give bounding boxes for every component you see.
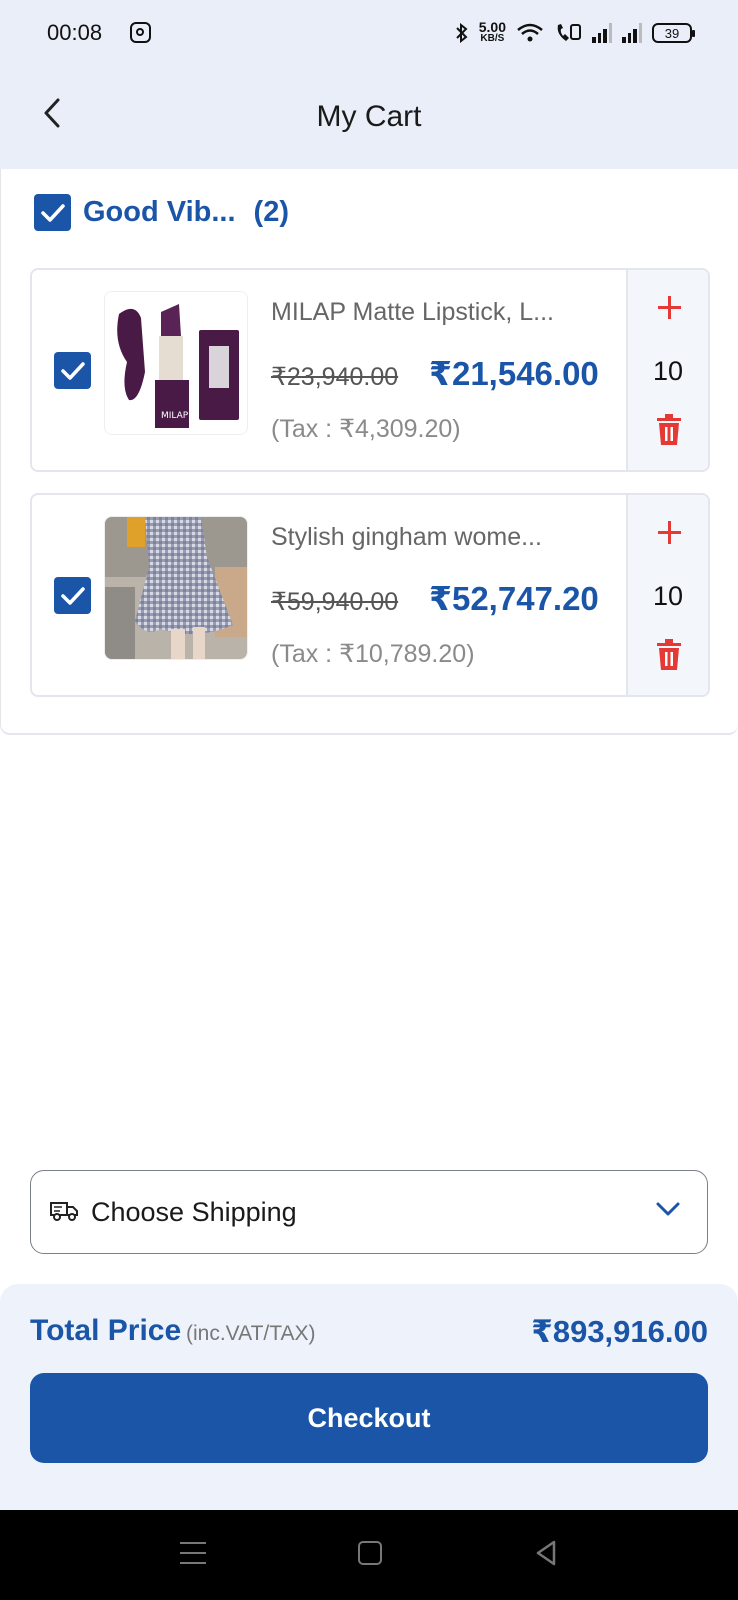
item-title[interactable]: Stylish gingham wome... bbox=[271, 523, 542, 552]
product-image-lipstick[interactable]: MILAP bbox=[104, 291, 248, 435]
quantity-controls: 10 bbox=[626, 495, 708, 695]
store-item-count: (2) bbox=[253, 196, 289, 228]
item-checkbox[interactable] bbox=[54, 577, 91, 614]
wifi-icon bbox=[517, 23, 543, 42]
shipping-dropdown[interactable]: Choose Shipping bbox=[30, 1170, 708, 1254]
item-tax: (Tax : ₹4,309.20) bbox=[271, 415, 461, 443]
cart-item: Stylish gingham wome... ₹59,940.00 ₹52,7… bbox=[30, 493, 710, 697]
product-image-gingham-skirt[interactable] bbox=[104, 516, 248, 660]
status-bar: 00:08 5.00 KB/S 39 bbox=[0, 0, 738, 66]
battery-icon: 39 bbox=[652, 23, 695, 43]
shipping-label: Choose Shipping bbox=[91, 1197, 297, 1227]
total-price-value: ₹893,916.00 bbox=[531, 1314, 708, 1349]
battery-level: 39 bbox=[664, 25, 680, 41]
item-quantity: 10 bbox=[652, 581, 684, 611]
status-time: 00:08 bbox=[47, 20, 103, 45]
store-name[interactable]: Good Vib... bbox=[83, 196, 236, 229]
signal-icon bbox=[592, 23, 612, 43]
bluetooth-icon bbox=[456, 23, 468, 43]
item-tax: (Tax : ₹10,789.20) bbox=[271, 640, 475, 668]
item-price: ₹21,546.00 bbox=[429, 355, 599, 392]
speed-unit: KB/S bbox=[480, 33, 505, 44]
trash-icon[interactable] bbox=[656, 639, 682, 671]
cart-item: MILAP MILAP Matte Lipstick, L... ₹23,940… bbox=[30, 268, 710, 472]
network-speed: 5.00 KB/S bbox=[478, 19, 506, 45]
checkout-button[interactable]: Checkout bbox=[30, 1373, 708, 1463]
item-quantity: 10 bbox=[652, 356, 684, 386]
page-title: My Cart bbox=[316, 100, 422, 133]
signal-icon-2 bbox=[622, 23, 642, 43]
volte-call-icon bbox=[557, 24, 581, 41]
home-icon[interactable] bbox=[358, 1541, 382, 1565]
system-navigation-bar bbox=[0, 1510, 738, 1600]
item-original-price: ₹59,940.00 bbox=[271, 588, 399, 616]
store-header: Good Vib... (2) bbox=[34, 194, 289, 231]
checkout-panel: Total Price (inc.VAT/TAX) ₹893,916.00 Ch… bbox=[0, 1284, 738, 1510]
chevron-down-icon bbox=[656, 1202, 680, 1216]
checkmark-icon bbox=[40, 203, 65, 222]
item-price: ₹52,747.20 bbox=[429, 580, 599, 617]
item-title[interactable]: MILAP Matte Lipstick, L... bbox=[271, 298, 554, 327]
menu-icon[interactable] bbox=[180, 1542, 206, 1566]
item-checkbox[interactable] bbox=[54, 352, 91, 389]
status-indicators: 5.00 KB/S 39 bbox=[455, 18, 695, 48]
store-checkbox[interactable] bbox=[34, 194, 71, 231]
instagram-icon bbox=[130, 22, 151, 43]
brand-mark: MILAP bbox=[161, 411, 189, 421]
checkmark-icon bbox=[60, 361, 85, 380]
plus-icon[interactable] bbox=[654, 517, 684, 547]
app-header: My Cart bbox=[0, 66, 738, 169]
total-price-label: Total Price bbox=[30, 1314, 182, 1347]
quantity-controls: 10 bbox=[626, 270, 708, 470]
total-price-note: (inc.VAT/TAX) bbox=[186, 1322, 316, 1345]
plus-icon[interactable] bbox=[654, 292, 684, 322]
truck-icon bbox=[50, 1202, 78, 1221]
checkmark-icon bbox=[60, 586, 85, 605]
cart-content: Good Vib... (2) MILAP MILAP Matte Lipsti… bbox=[0, 169, 738, 735]
back-triangle-icon[interactable] bbox=[534, 1539, 558, 1567]
speed-value: 5.00 bbox=[478, 19, 506, 35]
item-original-price: ₹23,940.00 bbox=[271, 363, 399, 391]
trash-icon[interactable] bbox=[656, 414, 682, 446]
